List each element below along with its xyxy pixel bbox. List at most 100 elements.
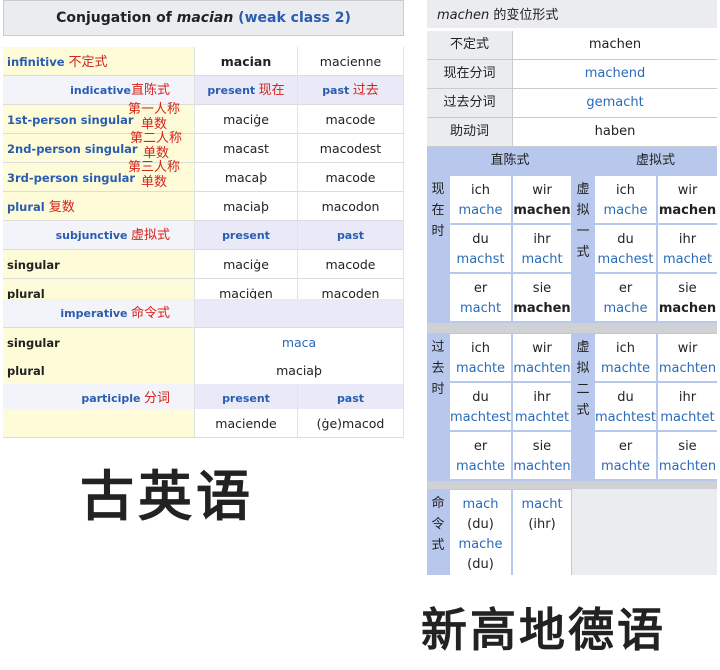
verb-form[interactable]: machte xyxy=(595,359,656,379)
oe-row-imp-plural: plural maciaþ xyxy=(3,356,404,385)
verb-form[interactable]: machtet xyxy=(513,408,571,428)
verb-form[interactable]: mache xyxy=(450,201,511,221)
pronoun: wir xyxy=(532,341,552,356)
imperative-label: 命令式 xyxy=(427,489,449,575)
pronoun: er xyxy=(473,439,488,454)
subj1-cell: ich mache xyxy=(595,176,656,223)
past-participle-link[interactable]: gemacht xyxy=(513,89,717,117)
indicative-header: 直陈式 xyxy=(449,148,571,174)
imperative-ihr-cell: macht (ihr) xyxy=(513,490,571,575)
verb-form: machen xyxy=(658,203,717,218)
subj1-cell: sie machen xyxy=(658,274,717,321)
pronoun: du xyxy=(617,390,634,405)
de-row-auxiliary: 助动词 haben xyxy=(427,118,717,147)
oe-row-1sg: 1st-person singular 第一人称单数 maciġe macode xyxy=(3,102,404,134)
present-cell: wir machen xyxy=(513,176,571,223)
verb-form[interactable]: machten xyxy=(513,359,571,379)
verb-form[interactable]: mache xyxy=(595,299,656,319)
pronoun: wir xyxy=(677,341,698,356)
present-cell: ihr macht xyxy=(513,225,571,272)
pronoun: er xyxy=(618,281,633,296)
verb-form[interactable]: mache xyxy=(595,201,656,221)
oe-row-plural: plural 复数 maciaþ macodon xyxy=(3,192,404,221)
subjunctive-header: 虚拟式 xyxy=(594,148,717,174)
verb-form[interactable]: macht xyxy=(450,299,511,319)
imperative-mache-link[interactable]: mache xyxy=(450,535,511,555)
subj1-cell: er mache xyxy=(595,274,656,321)
verb-form[interactable]: machten xyxy=(658,359,717,379)
pronoun: du xyxy=(472,390,489,405)
verb-form[interactable]: macht xyxy=(513,250,571,270)
oe-row-3sg: 3rd-person singular 第三人称单数 macaþ macode xyxy=(3,160,404,192)
present-cell: er macht xyxy=(450,274,511,321)
present-cell: du machst xyxy=(450,225,511,272)
verb-form[interactable]: machest xyxy=(595,250,656,270)
infinitive-form: macian xyxy=(195,47,298,76)
de-table-title: machen 的变位形式 xyxy=(427,0,717,28)
subj2-cell: er machte xyxy=(595,432,656,479)
german-caption: 新高地德语 xyxy=(421,603,666,657)
pronoun: ihr xyxy=(533,232,551,247)
subjunctive1-label: 虚拟一式 xyxy=(572,175,594,323)
oe-row-infinitive: infinitive 不定式 macian macienne xyxy=(3,47,404,76)
oe-row-subjunctive-header: subjunctive 虚拟式 present past xyxy=(3,221,404,250)
verb-form[interactable]: machet xyxy=(658,250,717,270)
inflected-infinitive-form: macienne xyxy=(298,47,404,76)
verb-form[interactable]: machten xyxy=(658,457,717,477)
verb-form[interactable]: machtet xyxy=(658,408,717,428)
verb-form[interactable]: machte xyxy=(450,457,511,477)
pronoun: sie xyxy=(532,439,552,454)
verb-form[interactable]: machtest xyxy=(450,408,511,428)
past-cell: du machtest xyxy=(450,383,511,430)
de-row-infinitive: 不定式 machen xyxy=(427,31,717,60)
pronoun: sie xyxy=(678,439,697,454)
indicative-label[interactable]: indicative xyxy=(70,84,131,97)
de-row-present-participle: 现在分词 machend xyxy=(427,60,717,89)
imperative-du-cell: mach (du) mache (du) xyxy=(450,490,511,575)
oe-row-2sg: 2nd-person singular 第二人称单数 macast macode… xyxy=(3,131,404,163)
pronoun: ihr xyxy=(678,390,697,405)
verb-form: machen xyxy=(658,301,717,316)
old-english-caption: 古英语 xyxy=(80,465,254,528)
pronoun: ich xyxy=(471,183,490,198)
verb-form: machen xyxy=(513,203,571,218)
imperative-singular-link[interactable]: maca xyxy=(195,328,404,357)
imperative-mach-link[interactable]: mach xyxy=(450,495,511,515)
verb-form: machen xyxy=(513,301,571,316)
pronoun: er xyxy=(618,439,633,454)
subjunctive2-label: 虚拟二式 xyxy=(572,333,594,481)
pronoun: wir xyxy=(677,183,698,198)
present-cell: sie machen xyxy=(513,274,571,321)
oe-row-indicative-header: indicative直陈式 present 现在 past 过去 xyxy=(3,76,404,105)
present-participle-link[interactable]: machend xyxy=(513,60,717,88)
past-tense-label: 过去时 xyxy=(427,333,449,481)
verb-form[interactable]: machtest xyxy=(595,408,656,428)
pronoun: ich xyxy=(616,341,635,356)
oe-table-title: Conjugation of macian (weak class 2) xyxy=(3,0,404,36)
subj1-cell: du machest xyxy=(595,225,656,272)
present-cell: ich mache xyxy=(450,176,511,223)
past-cell: wir machten xyxy=(513,334,571,381)
pronoun: ich xyxy=(616,183,635,198)
verb-form[interactable]: machten xyxy=(513,457,571,477)
subj1-cell: ihr machet xyxy=(658,225,717,272)
pronoun: sie xyxy=(532,281,552,296)
verb-form[interactable]: machte xyxy=(450,359,511,379)
subj2-cell: sie machten xyxy=(658,432,717,479)
verb-form[interactable]: machst xyxy=(450,250,511,270)
infinitive-label[interactable]: infinitive xyxy=(7,55,65,69)
de-row-past-participle: 过去分词 gemacht xyxy=(427,89,717,118)
subj2-cell: wir machten xyxy=(658,334,717,381)
imperative-macht-link[interactable]: macht xyxy=(513,495,571,515)
oe-row-imp-singular: singular maca xyxy=(3,328,404,357)
verb-form[interactable]: machte xyxy=(595,457,656,477)
past-cell: sie machten xyxy=(513,432,571,479)
past-cell: ihr machtet xyxy=(513,383,571,430)
pronoun: sie xyxy=(678,281,697,296)
subj2-cell: du machtest xyxy=(595,383,656,430)
past-cell: ich machte xyxy=(450,334,511,381)
pronoun: er xyxy=(473,281,488,296)
pronoun: ich xyxy=(471,341,490,356)
past-cell: er machte xyxy=(450,432,511,479)
present-tense-label: 现在时 xyxy=(427,175,449,323)
